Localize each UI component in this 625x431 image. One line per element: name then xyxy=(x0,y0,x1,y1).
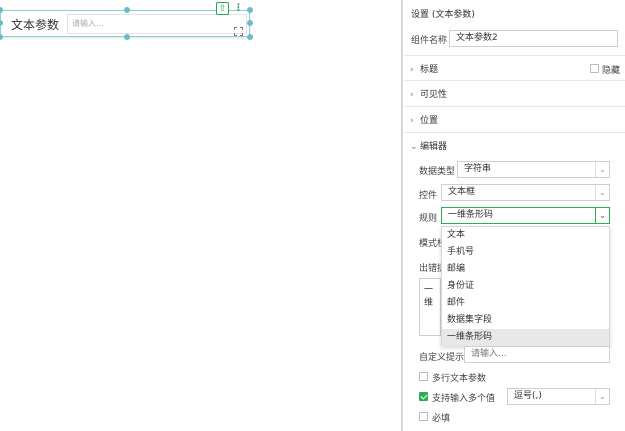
text-parameter-widget[interactable]: 文本参数 请输入... xyxy=(0,10,250,37)
divider xyxy=(404,132,625,133)
control-select[interactable]: 文本框 ⌄ xyxy=(441,184,610,201)
rule-value: 一维条形码 xyxy=(448,210,494,220)
chevron-down-icon: ⌄ xyxy=(595,208,609,223)
required-label: 必填 xyxy=(432,414,451,424)
chevron-right-icon: › xyxy=(410,116,414,126)
error-hint-text: 一维 xyxy=(424,285,434,308)
resize-handle-top-right[interactable] xyxy=(247,7,253,13)
section-visibility-label: 可见性 xyxy=(420,90,448,100)
divider xyxy=(404,55,625,56)
more-vertical-icon[interactable]: ⋮ xyxy=(232,2,245,15)
rule-option[interactable]: 数据集字段 xyxy=(442,312,609,329)
chevron-right-icon: › xyxy=(410,65,414,75)
resize-handle-right[interactable] xyxy=(247,20,253,26)
panel-title: 设置 (文本参数) xyxy=(411,10,475,20)
error-hint-textarea[interactable]: 一维 xyxy=(419,278,441,336)
widget-label: 文本参数 xyxy=(11,18,60,32)
section-title-label: 标题 xyxy=(420,65,439,75)
multi-value-label: 支持输入多个值 xyxy=(432,394,496,404)
control-label: 控件 xyxy=(419,191,438,201)
rule-option[interactable]: 邮件 xyxy=(442,295,609,312)
hide-title-label: 隐藏 xyxy=(602,66,621,76)
resize-handle-bottom-right[interactable] xyxy=(247,34,253,40)
chevron-down-icon: ⌄ xyxy=(410,142,418,152)
section-editor[interactable]: ⌄ 编辑器 xyxy=(410,139,447,152)
hide-title-checkbox[interactable] xyxy=(590,64,599,73)
section-editor-label: 编辑器 xyxy=(420,142,448,152)
chevron-right-icon: › xyxy=(410,90,414,100)
section-position[interactable]: › 位置 xyxy=(410,113,438,126)
divider xyxy=(404,106,625,107)
rule-dropdown-list[interactable]: 文本 手机号 邮编 身份证 邮件 数据集字段 一维条形码 xyxy=(441,226,610,346)
divider xyxy=(404,80,625,81)
data-type-select[interactable]: 字符串 ⌄ xyxy=(457,161,610,178)
rule-option[interactable]: 文本 xyxy=(442,227,609,244)
rule-label: 规则 xyxy=(419,214,438,224)
separator-select[interactable]: 逗号(,) ⌄ xyxy=(507,388,610,405)
data-type-label: 数据类型 xyxy=(419,167,456,177)
component-name-input[interactable]: 文本参数2 xyxy=(449,30,618,47)
custom-hint-label: 自定义提示 xyxy=(419,353,465,363)
custom-hint-input[interactable]: 请输入... xyxy=(464,346,610,363)
section-visibility[interactable]: › 可见性 xyxy=(410,87,447,100)
chevron-down-icon: ⌄ xyxy=(595,389,609,404)
multiline-label: 多行文本参数 xyxy=(432,374,487,384)
rule-option[interactable]: 一维条形码 xyxy=(442,329,609,346)
widget-text-input[interactable]: 请输入... xyxy=(67,14,247,34)
canvas-area[interactable]: 文本参数 请输入... ⇧ ⋮ xyxy=(0,0,400,431)
multiline-checkbox[interactable] xyxy=(419,372,428,381)
component-name-label: 组件名称 xyxy=(411,36,448,46)
required-checkbox[interactable] xyxy=(419,412,428,421)
export-icon[interactable]: ⇧ xyxy=(216,2,229,15)
resize-handle-bottom[interactable] xyxy=(124,34,130,40)
resize-handle-top[interactable] xyxy=(124,7,130,13)
multi-value-checkbox[interactable] xyxy=(419,392,428,401)
rule-option[interactable]: 邮编 xyxy=(442,261,609,278)
rule-option[interactable]: 手机号 xyxy=(442,244,609,261)
chevron-down-icon: ⌄ xyxy=(595,162,609,177)
rule-option[interactable]: 身份证 xyxy=(442,278,609,295)
rule-select[interactable]: 一维条形码 ⌄ xyxy=(441,207,610,224)
section-title[interactable]: › 标题 xyxy=(410,62,438,75)
chevron-down-icon: ⌄ xyxy=(595,185,609,200)
resize-handle-bottom-left[interactable] xyxy=(0,34,3,40)
fullscreen-icon[interactable] xyxy=(234,27,243,36)
control-value: 文本框 xyxy=(448,187,476,197)
section-position-label: 位置 xyxy=(420,116,439,126)
data-type-value: 字符串 xyxy=(464,164,492,174)
separator-value: 逗号(,) xyxy=(514,391,542,401)
